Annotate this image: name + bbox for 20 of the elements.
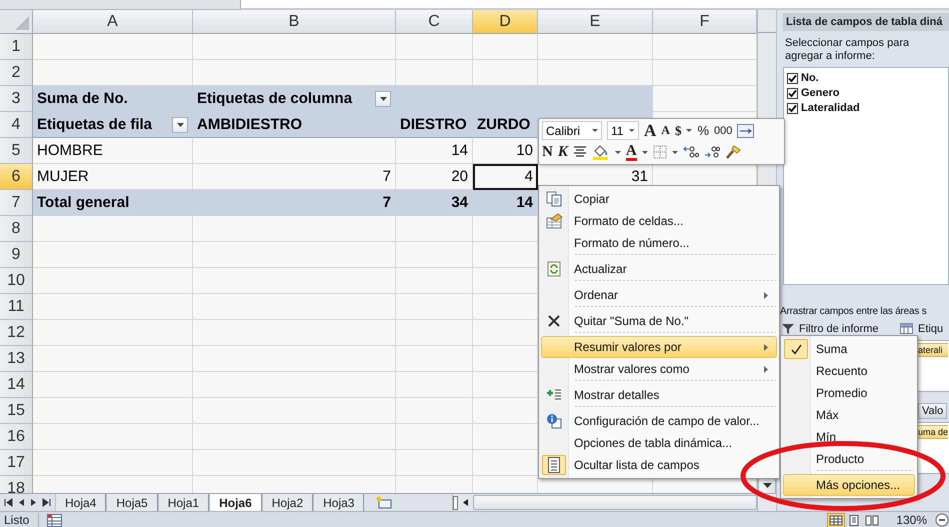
values-area-header: Valo [918,402,948,418]
status-text: Listo [0,513,40,527]
header-label: Etiquetas de fila [37,116,152,133]
table-cell: Total general [33,190,193,216]
instruction-text: Seleccionar campos para agregar a informe: [784,36,910,64]
table-cell: ZURDO [473,112,538,138]
drag-hint: Arrastrar campos entre las áreas s [780,306,928,317]
table-cell: DIESTRO [396,112,473,138]
area-label: Filtro de informe [799,322,878,334]
panel-title: Lista de campos de tabla diná [783,13,949,31]
header-label: Etiquetas de columna [197,90,352,107]
table-cell: AMBIDIESTRO [193,112,396,138]
table-cell: 7 [193,190,396,216]
table-cell: 14 [396,138,473,164]
table-cell: 34 [396,190,473,216]
table-cell: 14 [473,190,538,216]
table-cell: 4 [473,164,538,190]
table-cell: Suma de No. [33,86,193,112]
table-cell: HOMBRE [33,138,193,164]
area-label: Etiqu [918,322,944,334]
